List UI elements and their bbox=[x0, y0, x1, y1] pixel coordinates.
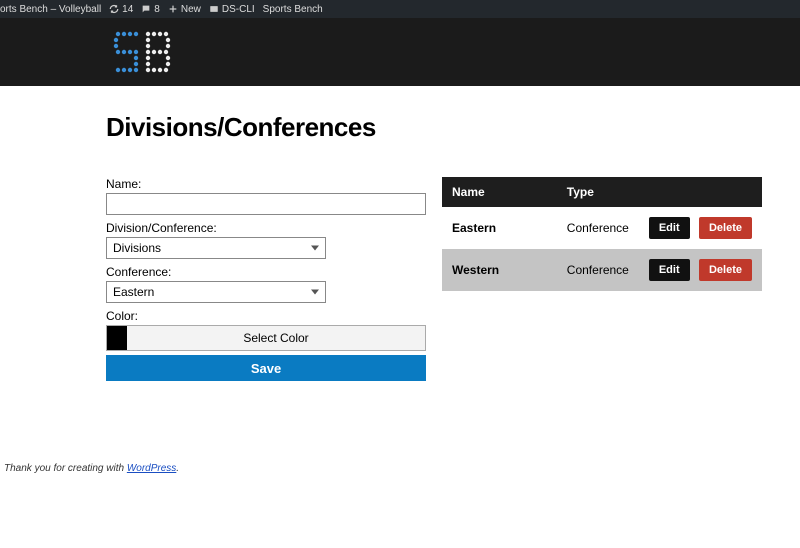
division-form: Name: Division/Conference: Divisions Con… bbox=[106, 177, 426, 381]
name-label: Name: bbox=[106, 177, 426, 191]
adminbar-dscli-label: DS-CLI bbox=[222, 4, 255, 15]
row-name: Eastern bbox=[442, 207, 557, 249]
logo-s-icon bbox=[112, 30, 140, 74]
conference-select[interactable]: Eastern bbox=[106, 281, 326, 303]
table-row: Eastern Conference Edit Delete bbox=[442, 207, 762, 249]
adminbar-updates[interactable]: 14 bbox=[109, 4, 133, 15]
adminbar-site-name[interactable]: orts Bench – Volleyball bbox=[0, 4, 101, 15]
adminbar-sportsbench[interactable]: Sports Bench bbox=[263, 4, 323, 15]
row-name: Western bbox=[442, 249, 557, 291]
adminbar-updates-count: 14 bbox=[122, 4, 133, 15]
edit-button[interactable]: Edit bbox=[649, 259, 690, 281]
adminbar-new-label: New bbox=[181, 4, 201, 15]
footer-text: Thank you for creating with bbox=[4, 463, 127, 474]
adminbar-new[interactable]: New bbox=[168, 4, 201, 15]
page-title: Divisions/Conferences bbox=[106, 112, 800, 143]
save-button[interactable]: Save bbox=[106, 355, 426, 381]
adminbar-comments[interactable]: 8 bbox=[141, 4, 160, 15]
divconf-select[interactable]: Divisions bbox=[106, 237, 326, 259]
row-type: Conference bbox=[557, 207, 639, 249]
table-row: Western Conference Edit Delete bbox=[442, 249, 762, 291]
footer-period: . bbox=[176, 463, 179, 474]
th-type: Type bbox=[557, 177, 639, 207]
name-input[interactable] bbox=[106, 193, 426, 215]
adminbar-comments-count: 8 bbox=[154, 4, 160, 15]
delete-button[interactable]: Delete bbox=[699, 217, 752, 239]
terminal-icon bbox=[209, 4, 219, 14]
divisions-table: Name Type Eastern Conference Edit Delete… bbox=[442, 177, 762, 291]
site-header bbox=[0, 18, 800, 86]
comment-icon bbox=[141, 4, 151, 14]
plus-icon bbox=[168, 4, 178, 14]
adminbar-dscli[interactable]: DS-CLI bbox=[209, 4, 255, 15]
main-content: Divisions/Conferences Name: Division/Con… bbox=[0, 86, 800, 381]
refresh-icon bbox=[109, 4, 119, 14]
row-type: Conference bbox=[557, 249, 639, 291]
footer-credit: Thank you for creating with WordPress. bbox=[4, 463, 179, 474]
th-actions bbox=[639, 177, 762, 207]
th-name: Name bbox=[442, 177, 557, 207]
divconf-label: Division/Conference: bbox=[106, 221, 426, 235]
conference-label: Conference: bbox=[106, 265, 426, 279]
color-label: Color: bbox=[106, 309, 426, 323]
wp-admin-bar: orts Bench – Volleyball 14 8 New DS-CLI … bbox=[0, 0, 800, 18]
select-color-button[interactable]: Select Color bbox=[127, 326, 425, 350]
edit-button[interactable]: Edit bbox=[649, 217, 690, 239]
site-logo[interactable] bbox=[112, 30, 172, 74]
logo-b-icon bbox=[144, 30, 172, 74]
wordpress-link[interactable]: WordPress bbox=[127, 463, 176, 474]
delete-button[interactable]: Delete bbox=[699, 259, 752, 281]
color-swatch bbox=[107, 326, 127, 350]
